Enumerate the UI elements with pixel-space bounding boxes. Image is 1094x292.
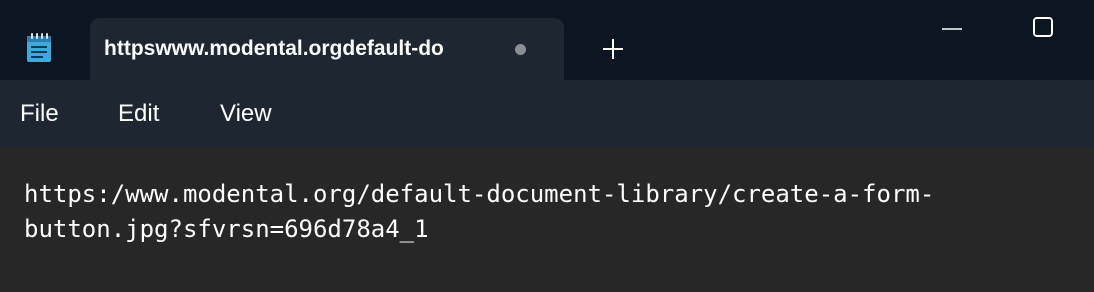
menu-edit[interactable]: Edit [118, 100, 159, 128]
document-tab[interactable]: httpswww.modental.orgdefault-do [90, 18, 564, 80]
title-bar: httpswww.modental.orgdefault-do [0, 0, 1094, 80]
editor-line-1: https:/www.modental.org/default-document… [24, 180, 935, 208]
notepad-icon [27, 33, 51, 62]
minimize-icon[interactable] [940, 22, 964, 36]
menu-bar: File Edit View [0, 80, 1094, 147]
menu-file[interactable]: File [20, 100, 59, 128]
editor-line-2: button.jpg?sfvrsn=696d78a4_1 [24, 215, 429, 243]
editor-content[interactable]: https:/www.modental.org/default-document… [24, 177, 1074, 247]
menu-view[interactable]: View [220, 100, 272, 128]
maximize-icon[interactable] [1032, 16, 1054, 38]
plus-icon[interactable] [600, 36, 626, 62]
text-editor[interactable]: https:/www.modental.org/default-document… [0, 147, 1094, 292]
unsaved-dot-icon[interactable] [515, 44, 526, 55]
tab-title: httpswww.modental.orgdefault-do [104, 37, 444, 60]
